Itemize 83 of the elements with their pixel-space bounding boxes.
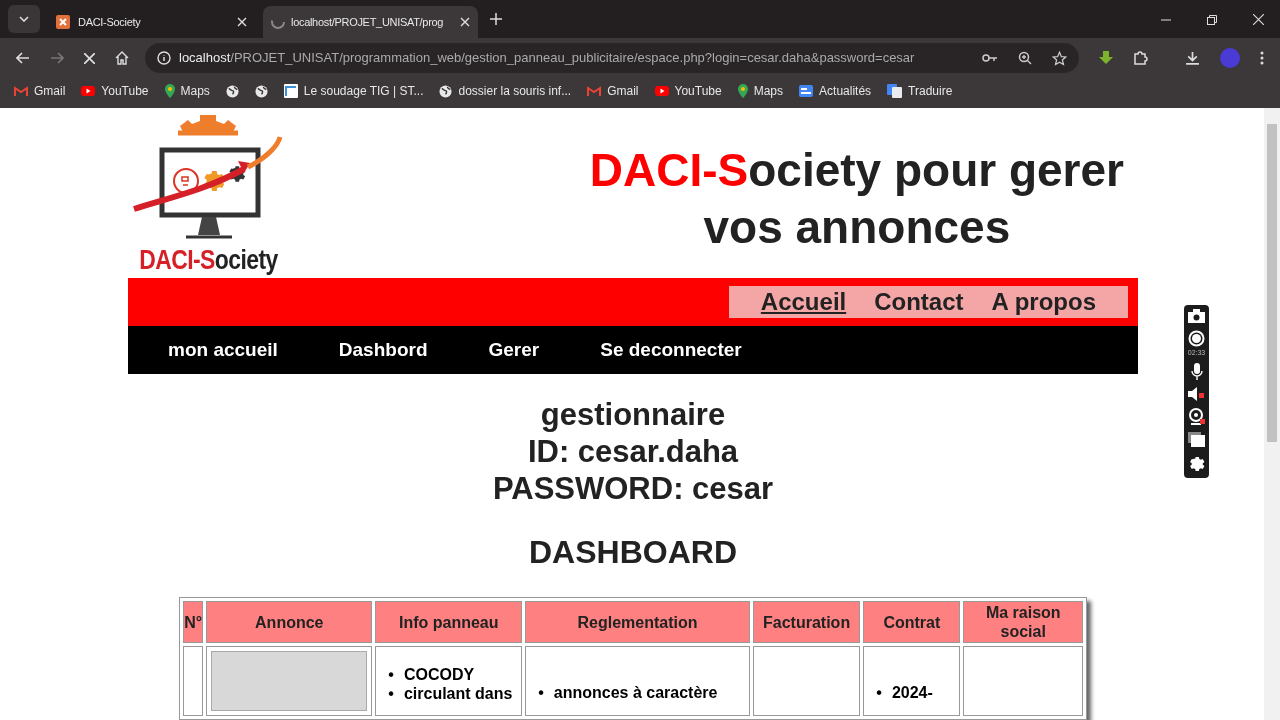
close-icon[interactable] <box>237 17 247 27</box>
bookmark-link[interactable]: Maps <box>753 82 784 100</box>
column-header: Ma raison social <box>963 601 1083 643</box>
bookmark-link[interactable]: Gmail <box>34 82 66 100</box>
info-item: COCODY <box>403 665 475 684</box>
nav-link[interactable]: Contact <box>874 284 964 321</box>
window-icon[interactable] <box>1188 432 1205 447</box>
bullet: • <box>388 665 394 684</box>
forward-icon[interactable] <box>50 52 64 64</box>
scrollbar-thumb[interactable] <box>1267 124 1277 442</box>
bookmark-link[interactable]: Le soudage TIG | ST... <box>303 82 424 100</box>
bullet: • <box>538 683 544 702</box>
bookmark-link[interactable]: Maps <box>180 82 210 100</box>
bookmark-link[interactable]: Traduire <box>908 82 953 100</box>
profile-line: gestionnaire <box>540 396 726 433</box>
speaker-icon[interactable] <box>1188 387 1205 401</box>
nav-link[interactable]: Accueil <box>760 284 847 321</box>
bookmark-link[interactable]: Gmail <box>607 82 639 100</box>
globe-icon <box>254 84 268 98</box>
news-icon <box>799 85 814 97</box>
bookmark-link[interactable]: YouTube <box>101 82 149 100</box>
back-icon[interactable] <box>16 52 30 64</box>
restore-icon[interactable] <box>1207 14 1217 25</box>
menu-icon[interactable] <box>1260 51 1264 65</box>
bookmark-link[interactable]: dossier la souris inf... <box>458 82 572 100</box>
bullet: • <box>388 684 394 703</box>
record-icon[interactable] <box>1188 330 1205 347</box>
tab-title: DACI-Society <box>78 14 142 30</box>
url-text: localhost/PROJET_UNISAT/programmation_web/gestion_panneau_publicitaire/espace.php?login=cesar.daha&password=cesar <box>179 49 916 68</box>
close-icon[interactable] <box>460 17 470 27</box>
info-icon <box>157 51 171 65</box>
nav-link[interactable]: Dashbord <box>338 335 428 365</box>
nav-link[interactable]: Se deconnecter <box>600 335 742 365</box>
nav-link[interactable]: mon accueil <box>168 335 278 365</box>
bullet: • <box>876 683 882 702</box>
column-header: Contrat <box>863 601 961 643</box>
translate-icon <box>887 84 903 98</box>
site-logo-icon <box>56 15 70 29</box>
rule-item: annonces à caractère <box>553 683 718 702</box>
logo-text: DACI-Society <box>138 247 278 274</box>
download-icon[interactable] <box>1185 50 1200 66</box>
browser-tab[interactable]: DACI-Society <box>44 6 259 38</box>
zoom-icon[interactable] <box>1018 51 1032 65</box>
nav-link[interactable]: Gerer <box>488 335 540 365</box>
map-pin-icon <box>737 84 748 98</box>
play-icon <box>654 86 669 96</box>
camera-icon[interactable] <box>1188 309 1205 323</box>
column-header: Info panneau <box>375 601 523 643</box>
info-item: circulant dans <box>403 684 513 703</box>
profile-line: ID: cesar.daha <box>527 433 739 470</box>
column-header: Reglementation <box>525 601 750 643</box>
column-header: Annonce <box>206 601 373 643</box>
globe-icon <box>439 84 453 98</box>
stop-icon[interactable] <box>84 52 95 64</box>
key-icon[interactable] <box>982 53 998 63</box>
webcam-icon[interactable] <box>1188 408 1205 425</box>
bookmark-link[interactable]: Actualités <box>819 82 872 100</box>
close-window-icon[interactable] <box>1253 14 1264 25</box>
bookmark-link[interactable]: YouTube <box>674 82 722 100</box>
star-icon[interactable] <box>1052 50 1067 66</box>
site-icon <box>283 84 298 98</box>
chevron-down-icon <box>19 16 29 22</box>
tab-list-button[interactable] <box>8 5 40 33</box>
mail-icon <box>14 85 28 97</box>
new-tab-icon[interactable] <box>490 13 502 25</box>
home-icon[interactable] <box>115 51 129 65</box>
page-title: DACI-Society pour gerer vos annonces <box>589 143 1124 255</box>
profile-line: PASSWORD: cesar <box>492 470 774 507</box>
globe-icon <box>225 84 239 98</box>
dashboard-heading: DASHBOARD <box>529 533 737 572</box>
extensions-icon[interactable] <box>1133 50 1149 66</box>
contract-item: 2024- <box>891 683 933 702</box>
mail-icon <box>587 85 602 97</box>
nav-link[interactable]: A propos <box>991 284 1096 321</box>
play-icon <box>81 86 96 96</box>
map-pin-icon <box>164 84 175 98</box>
address-bar[interactable]: localhost/PROJET_UNISAT/programmation_web/gestion_panneau_publicitaire/espace.php?login=cesar.daha&password=cesar <box>145 43 1079 73</box>
column-header: Facturation <box>752 601 861 643</box>
download-arrow-icon[interactable] <box>1099 51 1113 65</box>
tab-title: localhost/PROJET_UNISAT/prog <box>291 14 445 30</box>
browser-tab[interactable]: localhost/PROJET_UNISAT/prog <box>263 6 478 38</box>
column-header: N° <box>183 601 204 643</box>
microphone-icon[interactable] <box>1190 363 1203 380</box>
